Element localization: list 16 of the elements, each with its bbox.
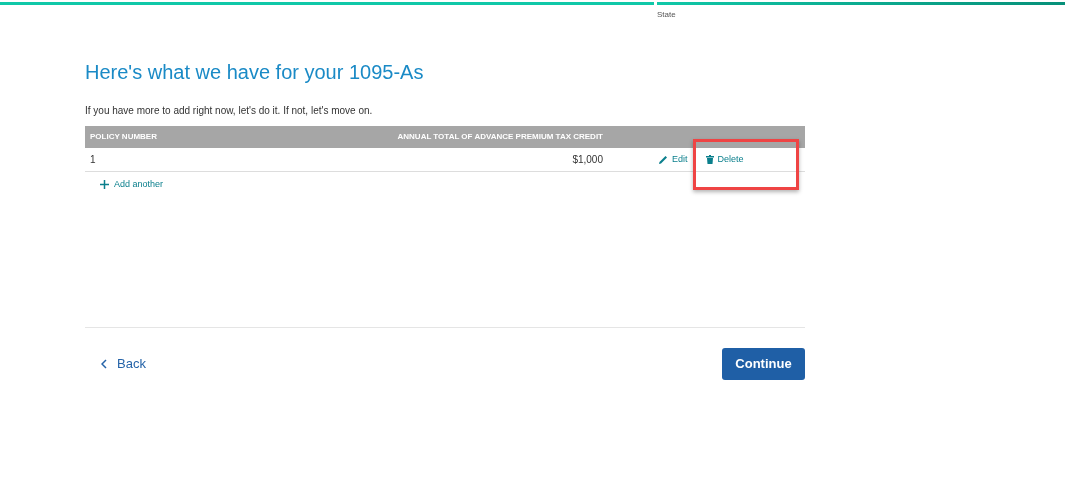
chevron-left-icon xyxy=(101,358,107,369)
step-label: State xyxy=(657,9,677,21)
column-header: POLICY NUMBER xyxy=(90,131,158,143)
column-header: ANNUAL TOTAL OF ADVANCE PREMIUM TAX CREDIT xyxy=(396,131,603,143)
trash-icon xyxy=(705,155,714,164)
back-button[interactable]: Back xyxy=(101,353,146,374)
page-title: Here's what we have for your 1095-As xyxy=(85,60,425,85)
add-another-link[interactable]: Add another xyxy=(100,178,164,192)
edit-link[interactable]: Edit xyxy=(658,152,688,167)
pencil-icon xyxy=(658,154,668,165)
plus-icon xyxy=(100,180,109,190)
continue-button[interactable]: Continue xyxy=(722,347,805,380)
table-cell-text: $1,000 xyxy=(571,153,603,167)
delete-link[interactable]: Delete xyxy=(705,152,744,167)
intro-text: If you have more to add right now, let's do it. If not, let's move on. xyxy=(85,104,374,118)
table-cell-text: 1 xyxy=(90,153,97,167)
